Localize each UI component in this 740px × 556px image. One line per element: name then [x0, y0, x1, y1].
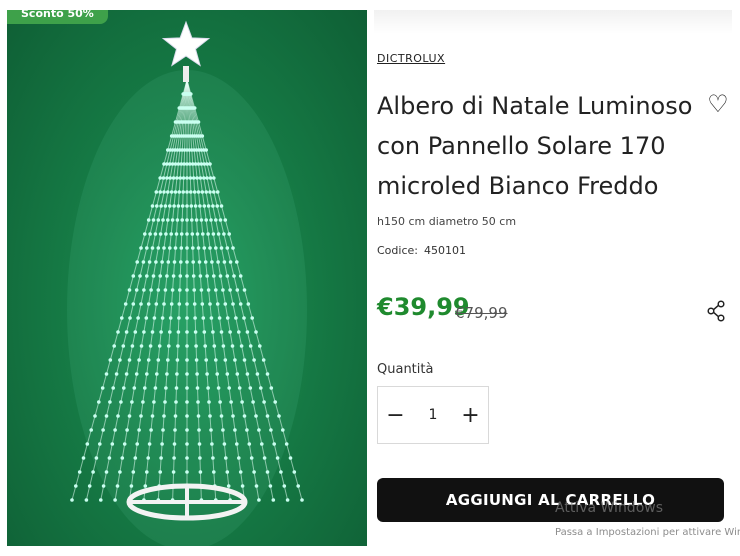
- product-code: Codice: 450101: [377, 244, 472, 257]
- windows-activation-title: Attiva Windows: [555, 500, 664, 516]
- product-image[interactable]: Sconto 50%: [7, 10, 367, 546]
- product-title: Albero di Natale Luminoso con Pannello S…: [377, 92, 693, 200]
- quantity-stepper: − +: [377, 386, 489, 444]
- christmas-tree-image: [67, 20, 307, 546]
- top-strip: [374, 10, 732, 34]
- quantity-label: Quantità: [377, 362, 434, 377]
- brand-link[interactable]: DICTROLUX: [377, 52, 445, 65]
- discount-badge: Sconto 50%: [7, 10, 108, 24]
- plus-icon[interactable]: +: [453, 387, 488, 443]
- add-to-cart-button[interactable]: AGGIUNGI AL CARRELLO: [377, 478, 724, 522]
- price-old: €79,99: [455, 304, 508, 322]
- heart-outline-icon[interactable]: ♡: [704, 90, 732, 118]
- share-icon[interactable]: [706, 300, 726, 322]
- minus-icon[interactable]: −: [378, 387, 413, 443]
- product-dimensions: h150 cm diametro 50 cm: [377, 215, 517, 228]
- code-label: Codice:: [377, 244, 418, 257]
- quantity-input[interactable]: [413, 406, 453, 424]
- code-value: 450101: [423, 244, 466, 257]
- windows-activation-subtitle: Passa a Impostazioni per attivare Window…: [555, 527, 740, 538]
